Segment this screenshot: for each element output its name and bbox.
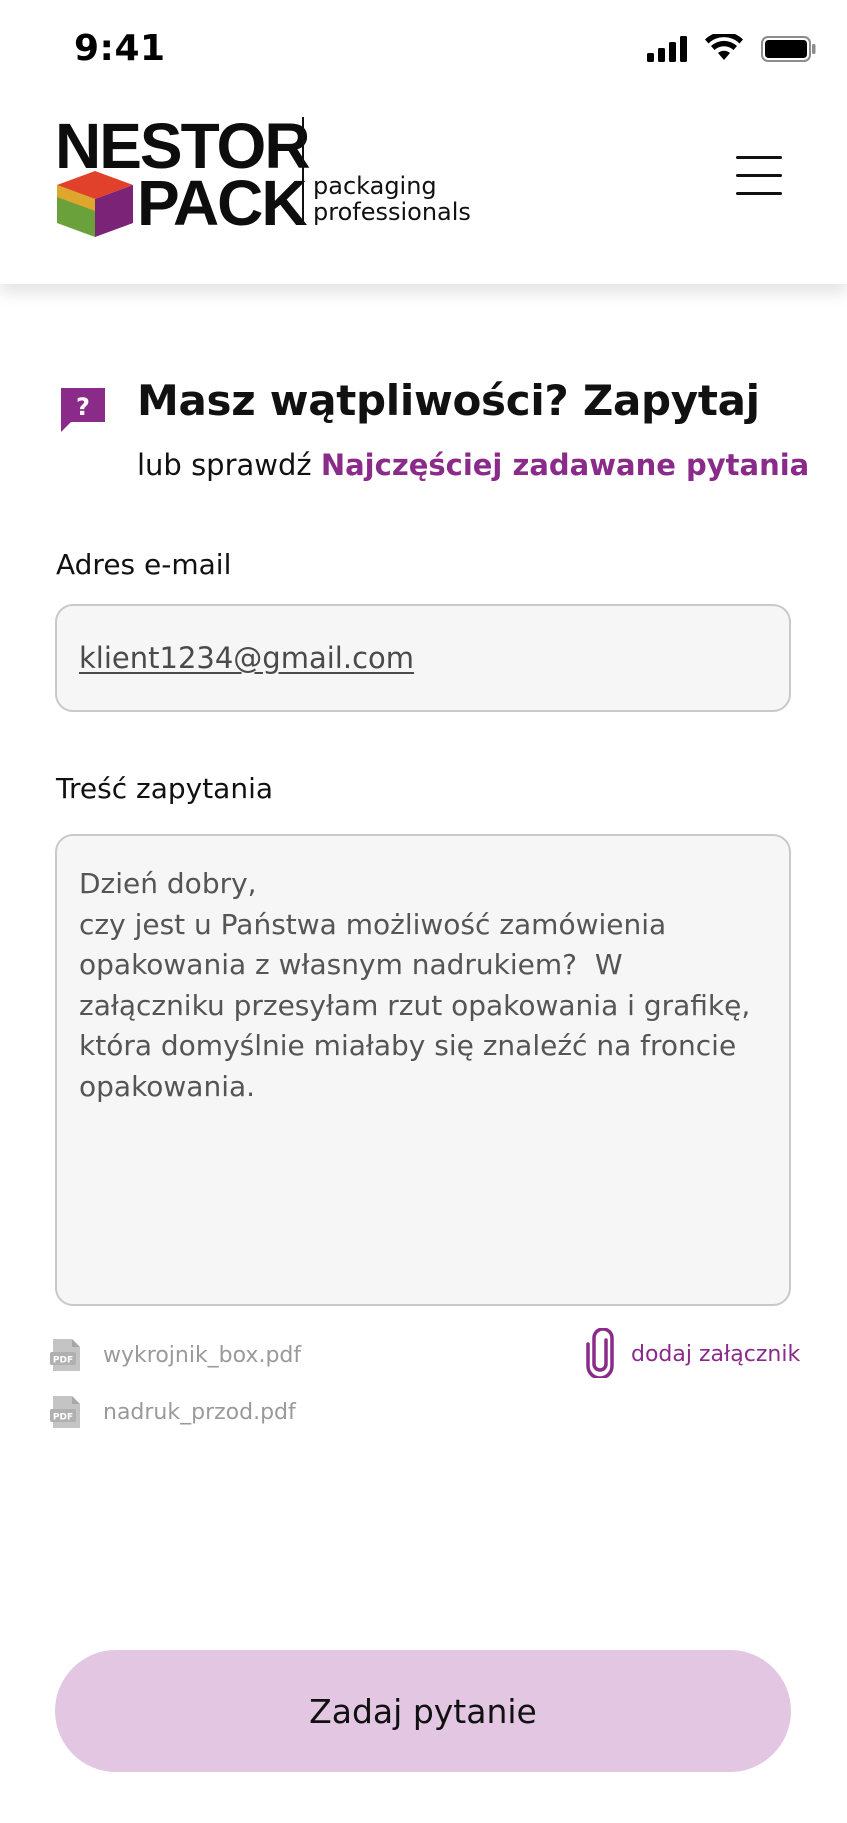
logo-tagline: packaging professionals: [313, 173, 471, 225]
message-textarea[interactable]: Dzień dobry, czy jest u Państwa możliwoś…: [55, 834, 791, 1306]
page-subtitle: lub sprawdź Najczęściej zadawane pytania: [137, 448, 809, 482]
status-icons: [647, 34, 847, 66]
svg-text:?: ?: [76, 393, 90, 421]
pdf-file-icon: PDF: [50, 1396, 80, 1428]
email-field[interactable]: [55, 604, 791, 712]
question-chat-icon: ?: [61, 388, 105, 432]
add-attachment-label: dodaj załącznik: [631, 1342, 801, 1367]
logo-tagline-line1: packaging: [313, 172, 437, 200]
box-cube-icon: [57, 171, 133, 237]
svg-text:PDF: PDF: [53, 1356, 73, 1366]
app-header: NESTOR PACK packaging professionals: [0, 100, 847, 284]
subtitle-prefix: lub sprawdź: [137, 448, 321, 482]
hamburger-menu-icon[interactable]: [736, 154, 784, 196]
submit-question-button[interactable]: Zadaj pytanie: [55, 1650, 791, 1772]
nestor-pack-logo[interactable]: NESTOR PACK packaging professionals: [55, 110, 475, 239]
logo-word-bottom: PACK: [137, 167, 308, 239]
attachment-item[interactable]: PDF nadruk_przod.pdf: [50, 1395, 350, 1431]
wifi-icon: [705, 34, 743, 60]
status-time: 9:41: [74, 28, 166, 69]
svg-text:PDF: PDF: [53, 1413, 73, 1423]
page-title: Masz wątpliwości? Zapytaj: [137, 376, 760, 425]
menu-bar-middle: [736, 174, 782, 177]
email-label: Adres e-mail: [56, 548, 232, 581]
paperclip-icon: [586, 1328, 614, 1378]
pdf-file-icon: PDF: [50, 1339, 80, 1371]
message-label: Treść zapytania: [56, 772, 274, 805]
signal-icon: [647, 36, 687, 62]
faq-link[interactable]: Najczęściej zadawane pytania: [321, 448, 809, 482]
menu-bar-top: [736, 156, 782, 159]
logo-divider: [302, 117, 304, 223]
menu-bar-bottom: [736, 192, 782, 195]
status-bar: 9:41: [0, 0, 847, 100]
logo-tagline-line2: professionals: [313, 198, 471, 226]
add-attachment-button[interactable]: dodaj załącznik: [584, 1324, 800, 1380]
battery-icon: [761, 36, 816, 62]
attachment-name: nadruk_przod.pdf: [103, 1400, 296, 1425]
attachment-name: wykrojnik_box.pdf: [103, 1343, 302, 1368]
attachment-item[interactable]: PDF wykrojnik_box.pdf: [50, 1338, 350, 1374]
